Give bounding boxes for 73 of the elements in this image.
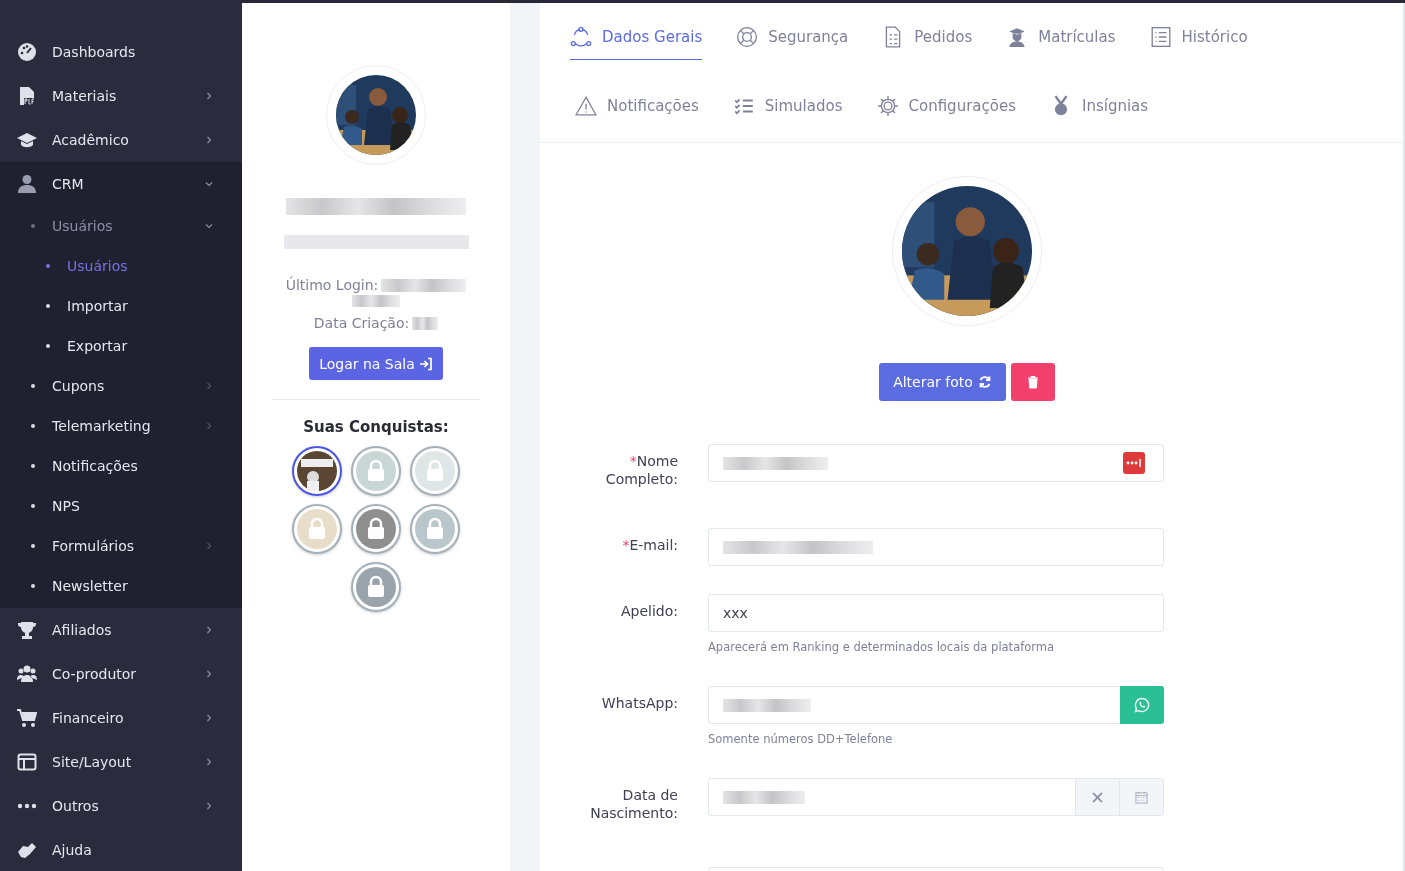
sidebar-subitem[interactable]: Usuários [0,206,242,246]
sidebar-subitem[interactable]: Importar [0,286,242,326]
input-field[interactable] [708,686,1164,724]
field-label: *E-mail: [621,536,678,555]
cart-icon [17,708,37,728]
sidebar-item[interactable]: CRM [0,162,242,206]
trash-icon [1025,375,1040,389]
pdf-file-icon [17,86,37,106]
whatsapp-icon [1134,697,1150,713]
field-label: Apelido: [619,602,678,621]
achievement-badge[interactable] [292,446,342,496]
redacted-text [412,316,439,330]
sidebar-subitem[interactable]: Newsletter [0,566,242,606]
tab[interactable]: Matrículas [1006,15,1116,60]
list-icon [1149,26,1172,48]
sidebar-item[interactable]: Afiliados [0,608,242,652]
password-manager-icon[interactable] [1123,452,1145,474]
users-icon [17,664,37,684]
sidebar-subitem[interactable]: Telemarketing [0,406,242,446]
tab[interactable]: Notificações [575,84,699,129]
sidebar-item[interactable]: Acadêmico [0,118,242,162]
settings-icon [876,95,899,117]
sidebar-item[interactable]: Site/Layout [0,740,242,784]
user-icon [17,174,37,194]
sidebar-subitem[interactable]: Formulários [0,526,242,566]
help-text: Aparecerá em Ranking e determinados locais da plataforma [708,640,1056,654]
sidebar-subitem[interactable]: Notificações [0,446,242,486]
tab[interactable]: Pedidos [882,15,973,60]
input-field[interactable] [708,778,1164,816]
sidebar-item[interactable]: Co-produtor [0,652,242,696]
layout-icon [17,752,37,772]
field-label: Data de Nascimento: [589,786,678,822]
field-label: *Nome Completo: [604,452,678,488]
delete-button[interactable] [1010,363,1055,401]
graduation-cap-icon [17,130,37,150]
refresh-icon [977,375,992,389]
change-photo-button[interactable]: Alterar foto [879,363,1006,401]
lifebuoy-icon [736,26,759,48]
tab[interactable]: Dados Gerais [570,15,703,60]
last-login-label: Último Login: [285,277,379,293]
sidebar-item[interactable]: Ajuda [0,828,242,871]
input-field[interactable] [708,528,1164,566]
whatsapp-button[interactable] [1120,686,1164,724]
sidebar-subitem[interactable]: Cupons [0,366,242,406]
clear-button[interactable] [1075,779,1119,815]
input-field[interactable] [708,444,1164,482]
gauge-icon [17,42,37,62]
sidebar-subitem[interactable]: Exportar [0,326,242,366]
tab[interactable]: Simulados [732,84,843,129]
calendar-button[interactable] [1119,779,1163,815]
sidebar-subitem[interactable]: NPS [0,486,242,526]
tab[interactable]: Segurança [736,15,849,60]
login-room-button[interactable]: Logar na Sala [309,347,443,380]
calendar-icon [1135,790,1148,804]
sidebar-item[interactable]: Materiais [0,74,242,118]
tab[interactable]: Histórico [1149,15,1248,60]
close-icon [1091,790,1104,804]
warning-icon [575,95,597,117]
tab[interactable]: Configurações [876,84,1016,129]
field-label: WhatsApp: [600,694,678,713]
redacted-text [352,295,400,307]
sidebar-item[interactable]: Outros [0,784,242,828]
network-icon [570,26,592,48]
created-date-label: Data Criação: [313,315,410,331]
help-text: Somente números DD+Telefone [708,732,894,746]
tab[interactable]: Insígnias [1049,84,1149,129]
trophy-icon [17,620,37,640]
sidebar-item[interactable]: Financeiro [0,696,242,740]
achievements-title: Suas Conquistas: [303,418,449,436]
sign-in-icon [418,356,433,371]
input-field[interactable]: xxx [708,594,1164,632]
sidebar-item[interactable]: Dashboards [0,30,242,74]
sidebar-subitem[interactable]: Usuários [0,246,242,286]
